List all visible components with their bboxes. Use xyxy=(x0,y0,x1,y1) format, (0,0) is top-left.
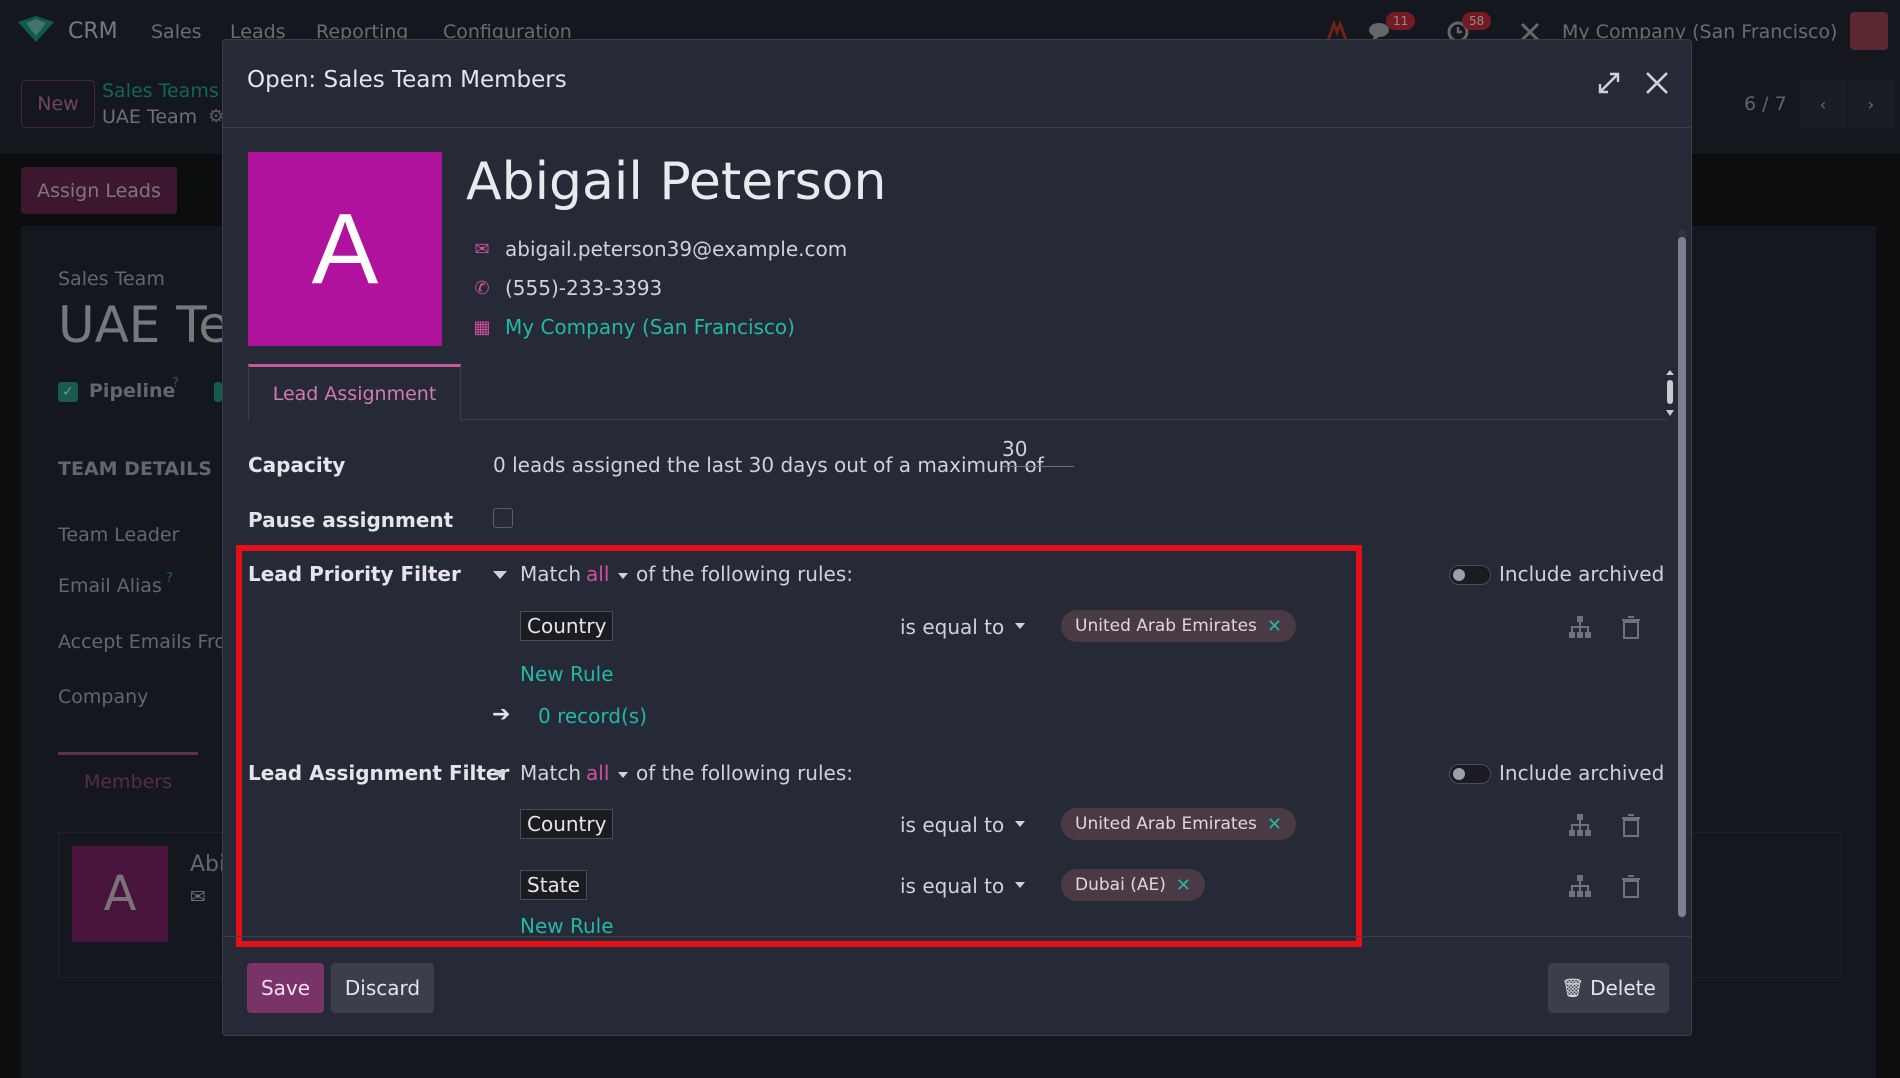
dialog-footer xyxy=(223,936,1691,1036)
sales-team-member-dialog: Open: Sales Team Members A Abigail Peter… xyxy=(222,39,1692,1036)
add-branch-icon[interactable] xyxy=(1567,812,1593,838)
add-branch-icon[interactable] xyxy=(1567,873,1593,899)
trash-icon[interactable] xyxy=(1618,873,1644,899)
delete-button[interactable]: 🗑 Delete xyxy=(1548,963,1669,1013)
close-icon[interactable] xyxy=(1642,68,1672,98)
capacity-text: 0 leads assigned the last 30 days out of… xyxy=(493,453,1044,477)
user-phone: (555)-233-3393 xyxy=(505,276,663,300)
capacity-label: Capacity xyxy=(248,453,346,477)
priority-include-archived-toggle[interactable] xyxy=(1449,565,1491,585)
pause-assignment-label: Pause assignment xyxy=(248,508,454,532)
dialog-header: Open: Sales Team Members xyxy=(223,40,1691,128)
trash-icon: 🗑 xyxy=(1561,977,1585,999)
phone-row: ✆ (555)-233-3393 xyxy=(469,276,662,300)
phone-icon: ✆ xyxy=(474,277,490,299)
delete-label: Delete xyxy=(1590,976,1656,1000)
user-company-link[interactable]: My Company (San Francisco) xyxy=(505,315,795,339)
notebook-tabs xyxy=(248,364,1668,420)
user-avatar-large: A xyxy=(248,152,442,346)
add-branch-icon[interactable] xyxy=(1567,614,1593,640)
email-row: ✉ abigail.peterson39@example.com xyxy=(469,237,847,261)
tab-lead-assignment[interactable]: Lead Assignment xyxy=(248,364,461,421)
envelope-icon: ✉ xyxy=(474,238,490,260)
trash-icon[interactable] xyxy=(1618,812,1644,838)
priority-include-archived-label: Include archived xyxy=(1499,562,1665,586)
trash-icon[interactable] xyxy=(1618,614,1644,640)
tabs-scroll-icon[interactable] xyxy=(1666,370,1674,416)
save-button[interactable]: Save xyxy=(247,963,324,1013)
building-icon: ▦ xyxy=(473,316,491,338)
expand-icon[interactable] xyxy=(1596,70,1622,96)
user-email: abigail.peterson39@example.com xyxy=(505,237,848,261)
discard-button[interactable]: Discard xyxy=(331,963,434,1013)
highlight-annotation xyxy=(236,545,1362,947)
company-row[interactable]: ▦ My Company (San Francisco) xyxy=(469,315,795,339)
dialog-title: Open: Sales Team Members xyxy=(247,67,567,93)
assignment-include-archived-label: Include archived xyxy=(1499,761,1665,785)
dialog-scroll-thumb[interactable] xyxy=(1678,237,1686,917)
capacity-input[interactable]: 30 xyxy=(1002,437,1074,467)
assignment-include-archived-toggle[interactable] xyxy=(1449,764,1491,784)
user-name: Abigail Peterson xyxy=(466,152,887,212)
pause-assignment-checkbox[interactable] xyxy=(493,508,513,528)
